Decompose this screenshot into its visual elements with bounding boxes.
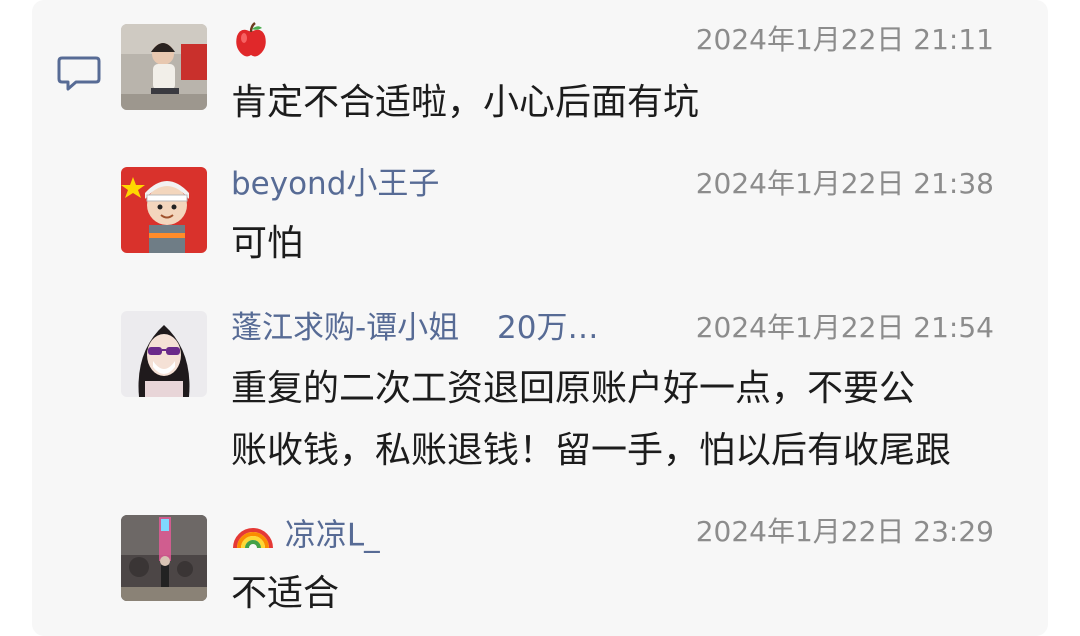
commenter-name[interactable]: 凉凉L_: [231, 512, 380, 562]
commenter-name-extra: 20万…: [497, 310, 599, 346]
avatar[interactable]: [121, 311, 207, 397]
comment-time: 2024年1月22日 21:54: [695, 311, 994, 344]
comment-time: 2024年1月22日 21:11: [695, 23, 994, 56]
rainbow-icon: [231, 512, 275, 562]
comment-text: 肯定不合适啦，小心后面有坑: [231, 82, 700, 123]
avatar[interactable]: [121, 24, 207, 110]
commenter-name[interactable]: [231, 20, 271, 70]
commenter-name-text: 蓬江求购-谭小姐: [231, 310, 460, 346]
avatar[interactable]: [121, 515, 207, 601]
comment-text: 不适合: [231, 573, 340, 614]
comment-text-line: 账收钱，私账退钱！留一手，怕以后有收尾跟: [231, 430, 952, 471]
comment-time: 2024年1月22日 23:29: [695, 515, 994, 548]
commenter-name-text: 凉凉L_: [284, 517, 380, 554]
comment-text: 可怕: [231, 223, 304, 264]
comment-text-line: 重复的二次工资退回原账户好一点，不要公: [231, 368, 916, 409]
comment-time: 2024年1月22日 21:38: [695, 167, 994, 200]
comment-icon[interactable]: [56, 54, 102, 94]
apple-icon: [231, 20, 271, 70]
commenter-name[interactable]: 蓬江求购-谭小姐 20万…: [231, 308, 599, 348]
avatar[interactable]: [121, 167, 207, 253]
commenter-name[interactable]: beyond小王子: [231, 164, 439, 204]
